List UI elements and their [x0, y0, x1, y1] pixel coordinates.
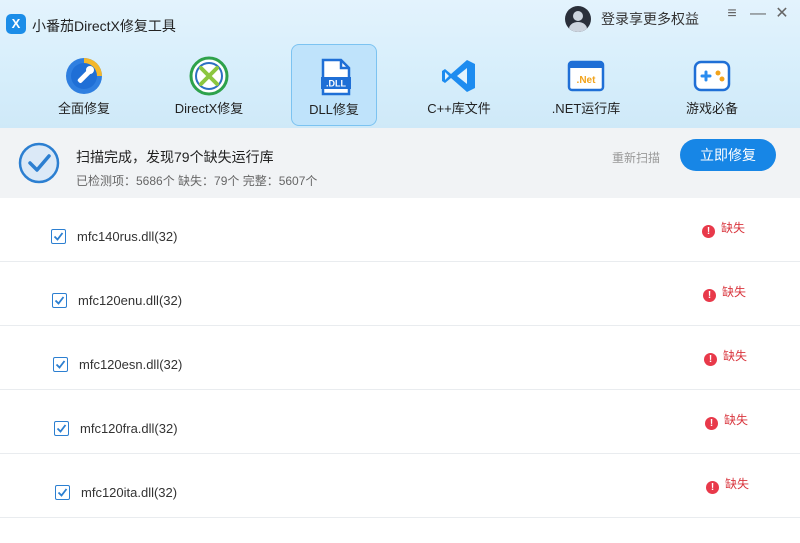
dotnet-icon: .Net	[567, 60, 605, 92]
dll-filename: mfc140rus.dll(32)	[77, 229, 178, 244]
missing-status: ! 缺失	[705, 411, 748, 430]
menu-button[interactable]: ≡	[722, 4, 742, 24]
list-item: mfc120esn.dll(32) ! 缺失	[0, 326, 800, 390]
item-checkbox[interactable]	[53, 357, 68, 372]
dll-filename: mfc120fra.dll(32)	[80, 421, 178, 436]
tab-label: 游戏必备	[685, 101, 738, 116]
tab-label: .NET运行库	[551, 101, 621, 116]
missing-status: ! 缺失	[704, 347, 747, 366]
tab-label: DirectX修复	[174, 101, 244, 116]
item-checkbox[interactable]	[54, 421, 69, 436]
app-logo-icon: X	[6, 14, 26, 34]
error-icon: !	[703, 289, 716, 302]
app-title: 小番茄DirectX修复工具	[32, 18, 176, 34]
list-item: mfc140rus.dll(32) ! 缺失	[0, 198, 800, 262]
user-avatar-icon[interactable]	[565, 6, 591, 32]
list-item: mfc120fra.dll(32) ! 缺失	[0, 390, 800, 454]
title-header: X 小番茄DirectX修复工具 登录享更多权益 ≡ — ✕ 全面修复 Dire…	[0, 0, 800, 128]
missing-status: ! 缺失	[702, 219, 745, 238]
dll-filename: mfc120enu.dll(32)	[78, 293, 183, 308]
checkmark-icon	[57, 488, 68, 497]
item-checkbox[interactable]	[52, 293, 67, 308]
directx-icon	[189, 56, 229, 96]
error-icon: !	[702, 225, 715, 238]
tab-label: 全面修复	[57, 101, 110, 116]
missing-status: ! 缺失	[703, 283, 746, 302]
list-item: mfc120ita.dll(32) ! 缺失	[0, 454, 800, 518]
error-icon: !	[705, 417, 718, 430]
wrench-icon	[66, 58, 102, 94]
checkmark-icon	[54, 296, 65, 305]
checkmark-icon	[53, 232, 64, 241]
dll-file-icon: .DLL	[321, 58, 351, 96]
login-link[interactable]: 登录享更多权益	[601, 9, 699, 29]
dll-filename: mfc120ita.dll(32)	[81, 485, 178, 500]
rescan-link[interactable]: 重新扫描	[612, 149, 660, 166]
tab-label: DLL修复	[309, 102, 359, 117]
tab-label: C++库文件	[427, 101, 491, 116]
tab-dll-repair[interactable]: .DLL DLL修复	[291, 44, 377, 126]
checkmark-icon	[55, 360, 66, 369]
scan-summary-bar: 扫描完成，发现79个缺失运行库 已检测项：5686个 缺失：79个 完整：560…	[0, 128, 800, 198]
minimize-button[interactable]: —	[748, 4, 768, 24]
tab-dotnet-runtime[interactable]: .Net .NET运行库	[543, 44, 629, 126]
dll-filename: mfc120esn.dll(32)	[79, 357, 183, 372]
dotnet-icon-text: .Net	[577, 75, 597, 86]
item-checkbox[interactable]	[51, 229, 66, 244]
check-circle-icon	[18, 142, 60, 184]
missing-status: ! 缺失	[706, 475, 749, 494]
error-icon: !	[704, 353, 717, 366]
scan-result-title: 扫描完成，发现79个缺失运行库	[76, 149, 274, 165]
visual-studio-icon	[442, 60, 475, 92]
error-icon: !	[706, 481, 719, 494]
list-item: mfc120enu.dll(32) ! 缺失	[0, 262, 800, 326]
tab-full-repair[interactable]: 全面修复	[41, 44, 127, 126]
close-button[interactable]: ✕	[772, 4, 792, 24]
tab-directx-repair[interactable]: DirectX修复	[166, 44, 252, 126]
scan-stats: 已检测项：5686个 缺失：79个 完整：5607个	[76, 174, 318, 188]
tab-game-essentials[interactable]: 游戏必备	[669, 44, 755, 126]
item-checkbox[interactable]	[55, 485, 70, 500]
dll-icon-text: .DLL	[326, 79, 346, 89]
checkmark-icon	[56, 424, 67, 433]
gamepad-icon	[693, 60, 731, 92]
tab-cpp-libraries[interactable]: C++库文件	[416, 44, 502, 126]
fix-now-button[interactable]: 立即修复	[680, 139, 776, 171]
